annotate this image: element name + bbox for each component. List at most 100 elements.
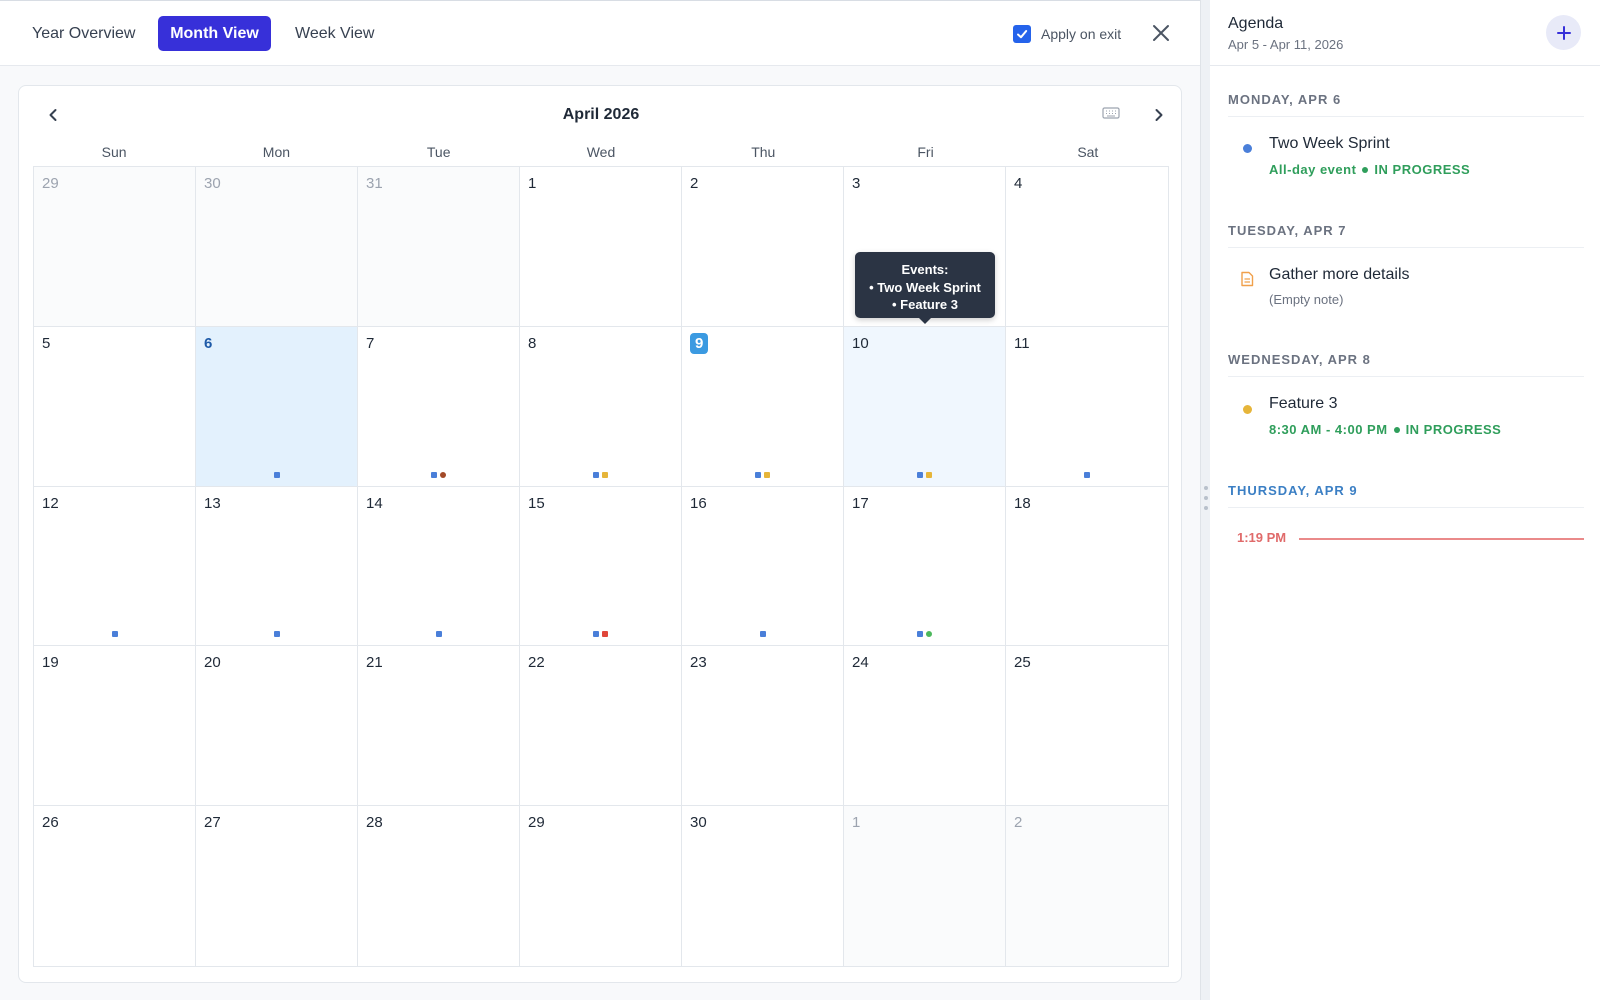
day-number: 22 [528, 654, 545, 672]
next-month-button[interactable] [1147, 103, 1171, 127]
day-cell[interactable]: 20 [196, 646, 358, 807]
tooltip-item: • Feature 3 [892, 297, 958, 312]
day-cell[interactable]: 21 [358, 646, 520, 807]
day-cell[interactable]: 18 [1006, 486, 1168, 647]
event-indicator-dot [759, 631, 766, 638]
event-indicators [358, 631, 519, 638]
day-cell[interactable]: 2 [682, 167, 844, 327]
agenda-header: Agenda Apr 5 - Apr 11, 2026 [1210, 0, 1600, 66]
agenda-event-title[interactable]: Feature 3 [1269, 395, 1337, 413]
tab-year-overview[interactable]: Year Overview [18, 16, 149, 51]
event-color-dot [1243, 144, 1252, 153]
day-cell[interactable]: 24 [844, 646, 1006, 807]
agenda-event-meta: 8:30 AM - 4:00 PM IN PROGRESS [1269, 422, 1501, 437]
day-cell[interactable]: 8 [520, 326, 682, 487]
day-cell[interactable]: 16 [682, 486, 844, 647]
day-cell[interactable]: 6 [196, 326, 358, 487]
day-cell[interactable]: 26 [34, 806, 196, 966]
day-cell[interactable]: 29 [520, 806, 682, 966]
day-cell[interactable]: 22 [520, 646, 682, 807]
day-cell[interactable]: 31 [358, 167, 520, 327]
day-cell[interactable]: 11 [1006, 326, 1168, 487]
day-cell[interactable]: 17 [844, 486, 1006, 647]
event-indicator-dot [593, 471, 599, 478]
weekday-label: Fri [917, 144, 934, 160]
day-cell[interactable]: 19 [34, 646, 196, 807]
agenda-note-title[interactable]: Gather more details [1269, 266, 1410, 284]
agenda-day-heading: MONDAY, APR 6 [1228, 92, 1584, 117]
day-cell[interactable]: 28 [358, 806, 520, 966]
day-cell[interactable]: 27 [196, 806, 358, 966]
day-cell[interactable]: 14 [358, 486, 520, 647]
event-indicator-dot [1084, 471, 1090, 478]
close-icon [1153, 25, 1169, 41]
event-time: 8:30 AM - 4:00 PM [1269, 422, 1388, 437]
chevron-right-icon [1155, 109, 1163, 121]
event-indicator-dot [431, 471, 437, 478]
agenda-note-preview: (Empty note) [1269, 292, 1344, 307]
day-cell[interactable]: 29 [34, 167, 196, 327]
apply-on-exit-label: Apply on exit [1041, 26, 1122, 42]
keyboard-icon [1102, 107, 1120, 119]
checkmark-icon [1017, 30, 1028, 39]
event-indicators [196, 631, 357, 638]
day-number: 14 [366, 494, 383, 512]
plus-icon [1556, 25, 1571, 40]
day-cell[interactable]: 2 [1006, 806, 1168, 966]
close-button[interactable] [1148, 20, 1174, 46]
grip-dot [1204, 506, 1208, 510]
day-cell[interactable]: 12 [34, 486, 196, 647]
agenda-panel: Agenda Apr 5 - Apr 11, 2026 MONDAY, APR … [1210, 0, 1600, 1000]
day-number: 2 [1014, 814, 1023, 832]
day-number: 10 [852, 334, 869, 352]
day-number: 30 [690, 814, 707, 832]
event-indicator-dot [917, 471, 923, 478]
day-cell[interactable]: 15 [520, 486, 682, 647]
day-cell[interactable]: 10 [844, 326, 1006, 487]
weekday-header-row: Sun Mon Tue Wed Thu Fri Sat [33, 144, 1169, 164]
day-cell[interactable]: 23 [682, 646, 844, 807]
weekday-label: Sun [101, 144, 127, 160]
event-indicators [520, 631, 681, 638]
keyboard-shortcuts-button[interactable] [1102, 106, 1120, 120]
day-number: 11 [1014, 334, 1030, 352]
view-toolbar: Year Overview Month View Week View Apply… [0, 1, 1200, 66]
day-number: 19 [42, 654, 59, 672]
day-number: 12 [42, 494, 59, 512]
weekday-label: Thu [751, 144, 776, 160]
day-cell[interactable]: 30 [682, 806, 844, 966]
weekday-label: Mon [262, 144, 291, 160]
day-cell[interactable]: 9 [682, 326, 844, 487]
day-cell[interactable]: 25 [1006, 646, 1168, 807]
agenda-event-title[interactable]: Two Week Sprint [1269, 135, 1390, 153]
apply-on-exit-toggle[interactable]: Apply on exit [1013, 23, 1121, 45]
day-number: 5 [42, 334, 51, 352]
day-cell[interactable]: 13 [196, 486, 358, 647]
pane-resize-handle[interactable] [1200, 0, 1210, 1000]
tooltip-item: • Two Week Sprint [869, 279, 981, 295]
event-color-dot [1243, 405, 1252, 414]
day-number: 25 [1014, 654, 1031, 672]
grip-dot [1204, 486, 1208, 490]
calendar-pane: Year Overview Month View Week View Apply… [0, 0, 1200, 1000]
event-indicators [358, 471, 519, 478]
add-event-button[interactable] [1546, 15, 1581, 50]
day-number: 2 [690, 175, 699, 192]
weekday-label: Sat [1077, 144, 1099, 160]
event-indicator-dot [593, 631, 599, 638]
tab-month-view[interactable]: Month View [158, 16, 271, 51]
apply-on-exit-checkbox[interactable] [1013, 25, 1031, 43]
day-cell[interactable]: 7 [358, 326, 520, 487]
day-cell[interactable]: 30 [196, 167, 358, 327]
event-status: IN PROGRESS [1405, 422, 1502, 437]
day-cell[interactable]: 1 [520, 167, 682, 327]
day-number: 20 [204, 654, 221, 672]
day-cell[interactable]: 5 [34, 326, 196, 487]
day-number: 28 [366, 814, 383, 832]
day-cell[interactable]: 4 [1006, 167, 1168, 327]
day-cell[interactable]: 1 [844, 806, 1006, 966]
month-calendar: April 2026 Sun Mon Tue Wed Thu Fri Sat 29 30 31 1… [18, 85, 1182, 983]
tab-week-view[interactable]: Week View [281, 16, 388, 51]
month-title: April 2026 [562, 106, 640, 123]
day-number: 27 [204, 814, 221, 832]
